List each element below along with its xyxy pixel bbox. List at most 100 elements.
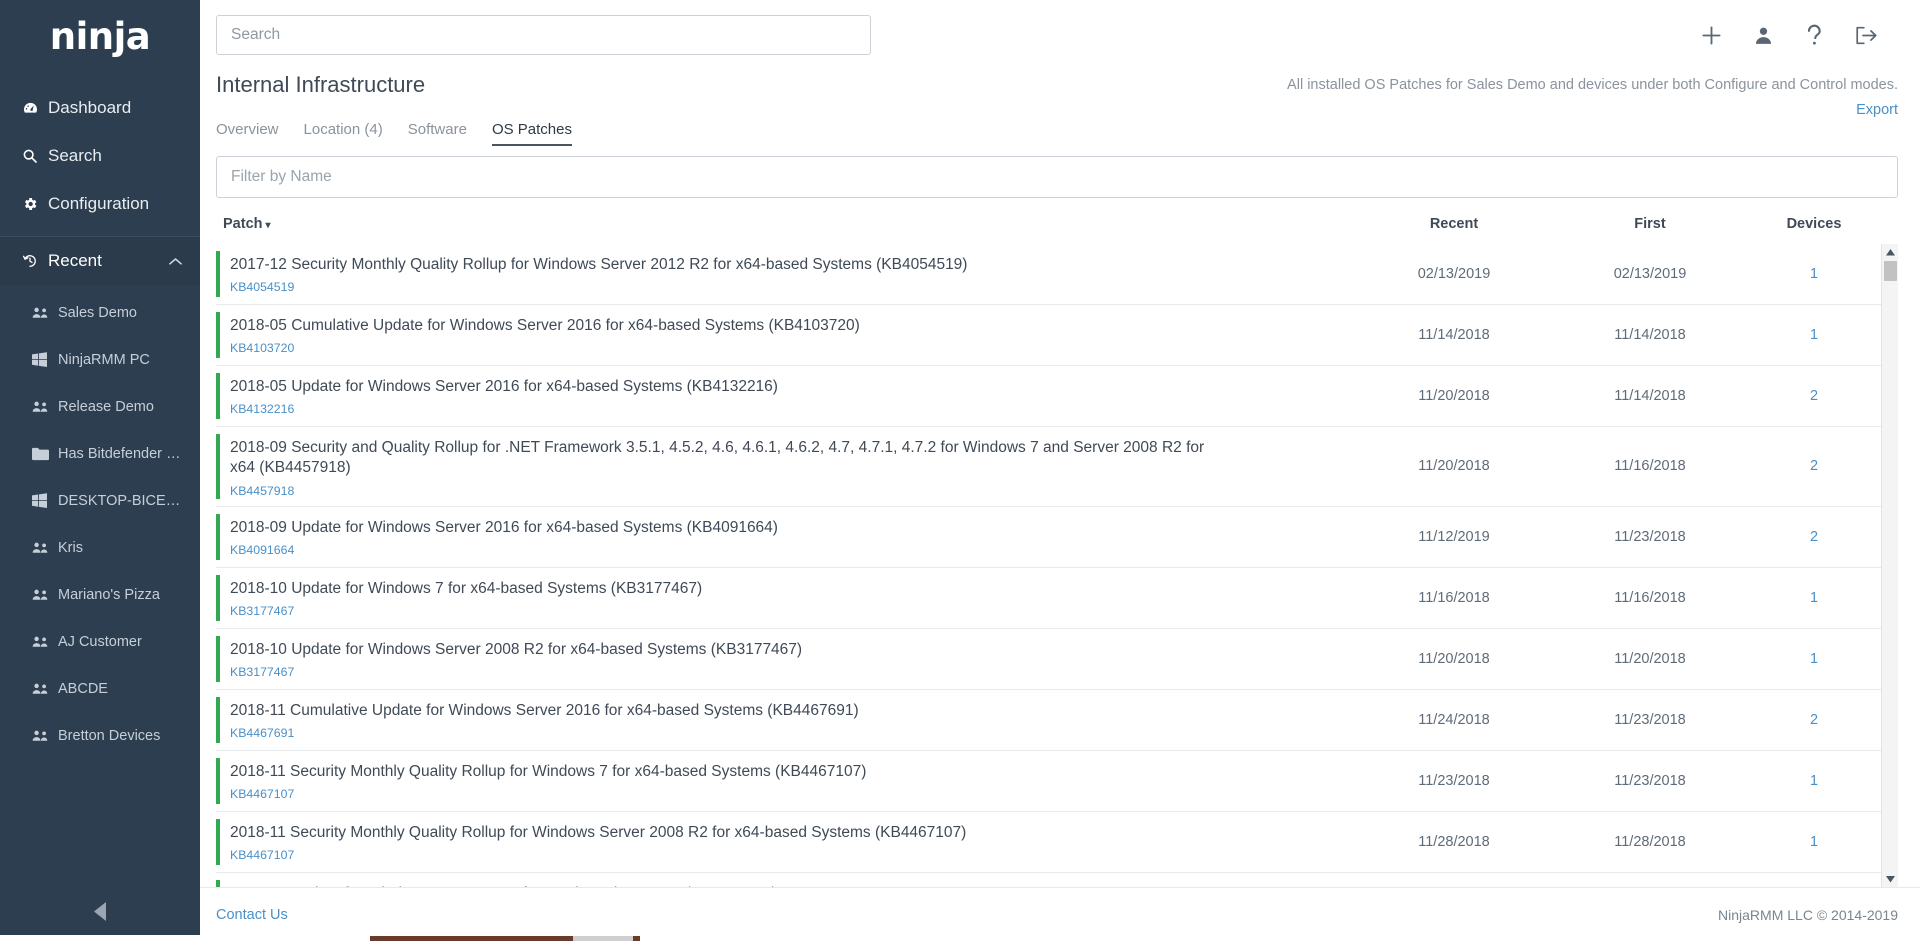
table-row[interactable]: 2018-11 Security Monthly Quality Rollup … (216, 812, 1898, 873)
column-header-patch-label: Patch (223, 216, 263, 232)
kb-link[interactable]: KB4103720 (230, 341, 860, 355)
brand-logo-text: ninja (49, 14, 151, 58)
patch-cell: 2018-11 Cumulative Update for Windows Se… (216, 690, 1356, 750)
logout-icon[interactable] (1855, 25, 1878, 46)
browser-bottom-strip (0, 935, 1920, 941)
table-row[interactable]: 2017-12 Security Monthly Quality Rollup … (216, 244, 1898, 305)
sidebar-collapse-button[interactable] (0, 887, 200, 941)
device-count-link[interactable]: 1 (1748, 812, 1880, 872)
table-row[interactable]: 2018-11 Cumulative Update for Windows Se… (216, 690, 1898, 751)
kb-link[interactable]: KB4467107 (230, 787, 866, 801)
scroll-up-icon[interactable] (1882, 244, 1899, 260)
search-input[interactable] (216, 15, 871, 55)
first-date: 11/14/2018 (1614, 327, 1686, 343)
scrollbar-thumb[interactable] (1883, 261, 1897, 281)
table-row[interactable]: 2018-05 Cumulative Update for Windows Se… (216, 305, 1898, 366)
sidebar-item-desktop-biceraq[interactable]: DESKTOP-BICERAQ (0, 477, 200, 524)
dashboard-icon (22, 100, 48, 117)
recent-date: 11/28/2018 (1418, 833, 1490, 850)
recent-date: 11/20/2018 (1418, 458, 1490, 475)
column-header-patch[interactable]: Patch ▾ (216, 216, 1356, 232)
recent-date: 11/16/2018 (1418, 589, 1490, 606)
gear-icon (22, 196, 48, 212)
device-count-link[interactable]: 1 (1748, 751, 1880, 811)
device-count-link[interactable]: 2 (1748, 690, 1880, 750)
tab-overview[interactable]: Overview (216, 121, 279, 146)
sidebar-item-configuration[interactable]: Configuration (0, 180, 200, 228)
device-count-link[interactable]: 2 (1748, 427, 1880, 506)
kb-link[interactable]: KB4132216 (230, 402, 778, 416)
sidebar-item-release-demo[interactable]: Release Demo (0, 383, 200, 430)
sidebar-item-label: NinjaRMM PC (58, 351, 150, 368)
patch-name: 2018-05 Update for Windows Server 2016 f… (230, 378, 778, 395)
sidebar-item-dashboard[interactable]: Dashboard (0, 84, 200, 132)
sidebar-item-search[interactable]: Search (0, 132, 200, 180)
chevron-left-icon (93, 902, 107, 926)
kb-link[interactable]: KB3177467 (230, 665, 802, 679)
first-date: 11/20/2018 (1614, 650, 1686, 667)
patch-cell: 2018-11 Update for Windows Server 2016 f… (216, 873, 1356, 887)
device-count-link[interactable]: 1 (1748, 568, 1880, 628)
kb-link[interactable]: KB4054519 (230, 280, 967, 294)
table-scrollbar[interactable] (1881, 244, 1898, 887)
sidebar-item-marianos-pizza[interactable]: Mariano's Pizza (0, 571, 200, 618)
brand-logo[interactable]: ninja (0, 0, 200, 72)
group-icon (32, 682, 58, 695)
sort-descending-icon: ▾ (265, 220, 271, 231)
sidebar-item-label: Search (48, 146, 102, 165)
sidebar-item-sales-demo[interactable]: Sales Demo (0, 289, 200, 336)
table-row[interactable]: 2018-09 Update for Windows Server 2016 f… (216, 507, 1898, 568)
sidebar-section-recent[interactable]: Recent (0, 237, 200, 285)
table-row[interactable]: 2018-11 Update for Windows Server 2016 f… (216, 873, 1898, 887)
scroll-down-icon[interactable] (1882, 871, 1899, 887)
table-row[interactable]: 2018-09 Security and Quality Rollup for … (216, 427, 1898, 507)
recent-date: 11/24/2018 (1418, 711, 1490, 728)
kb-link[interactable]: KB4457918 (230, 484, 1230, 498)
sidebar-recent-list: Sales Demo NinjaRMM PC Release Demo Has … (0, 285, 200, 759)
patch-cell: 2018-05 Update for Windows Server 2016 f… (216, 366, 1356, 426)
table-row[interactable]: 2018-11 Security Monthly Quality Rollup … (216, 751, 1898, 812)
tab-location[interactable]: Location (4) (304, 121, 383, 146)
column-header-recent[interactable]: Recent (1356, 216, 1552, 232)
patch-text: 2018-09 Security and Quality Rollup for … (220, 427, 1242, 506)
sidebar-item-has-bitdefender[interactable]: Has Bitdefender m... (0, 430, 200, 477)
device-count-link[interactable]: 1 (1748, 629, 1880, 689)
patch-text: 2018-05 Cumulative Update for Windows Se… (220, 305, 872, 365)
patch-text: 2018-11 Security Monthly Quality Rollup … (220, 812, 978, 872)
device-count-link[interactable]: 2 (1748, 507, 1880, 567)
main-content: Internal Infrastructure All installed OS… (200, 0, 1920, 941)
kb-link[interactable]: KB4091664 (230, 543, 778, 557)
sidebar-item-ninjarmm-pc[interactable]: NinjaRMM PC (0, 336, 200, 383)
recent-date: 11/20/2018 (1418, 388, 1490, 404)
contact-us-link[interactable]: Contact Us (216, 907, 288, 923)
device-count-link[interactable]: 2 (1748, 873, 1880, 887)
help-icon[interactable] (1804, 24, 1825, 47)
chevron-up-icon[interactable] (169, 254, 182, 269)
table-row[interactable]: 2018-10 Update for Windows Server 2008 R… (216, 629, 1898, 690)
device-count-link[interactable]: 1 (1748, 305, 1880, 365)
tab-os-patches[interactable]: OS Patches (491, 121, 572, 146)
user-icon[interactable] (1753, 25, 1774, 46)
sidebar-item-label: Has Bitdefender m... (58, 445, 190, 462)
column-header-devices[interactable]: Devices (1748, 216, 1880, 232)
patch-name: 2017-12 Security Monthly Quality Rollup … (230, 256, 968, 273)
sidebar-item-bretton-devices[interactable]: Bretton Devices (0, 712, 200, 759)
kb-link[interactable]: KB4467691 (230, 726, 859, 740)
table-row[interactable]: 2018-10 Update for Windows 7 for x64-bas… (216, 568, 1898, 629)
table-row[interactable]: 2018-05 Update for Windows Server 2016 f… (216, 366, 1898, 427)
filter-by-name-input[interactable] (216, 156, 1898, 198)
history-icon (22, 253, 48, 269)
kb-link[interactable]: KB4467107 (230, 848, 966, 862)
plus-icon[interactable] (1700, 24, 1723, 47)
sidebar-item-kris[interactable]: Kris (0, 524, 200, 571)
device-count-link[interactable]: 1 (1748, 244, 1880, 304)
tab-software[interactable]: Software (408, 121, 467, 146)
device-count-link[interactable]: 2 (1748, 366, 1880, 426)
column-header-first[interactable]: First (1552, 216, 1748, 232)
kb-link[interactable]: KB3177467 (230, 604, 702, 618)
sidebar-item-aj-customer[interactable]: AJ Customer (0, 618, 200, 665)
sidebar-item-abcde[interactable]: ABCDE (0, 665, 200, 712)
first-date: 11/23/2018 (1614, 711, 1686, 728)
patch-text: 2018-11 Security Monthly Quality Rollup … (220, 751, 878, 811)
sidebar-item-label: Release Demo (58, 398, 154, 415)
